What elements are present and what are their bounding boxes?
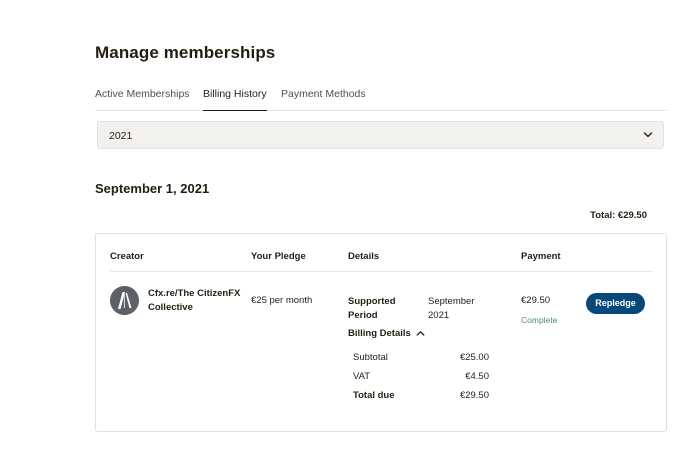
supported-period-label: Supported Period (348, 296, 396, 321)
column-header-details: Details (348, 251, 380, 262)
billing-date-heading: September 1, 2021 (95, 181, 210, 196)
billing-detail-label: Total due (353, 390, 395, 401)
billing-detail-label: VAT (353, 371, 371, 382)
column-header-creator: Creator (110, 251, 144, 262)
billing-details-label: Billing Details (348, 328, 411, 339)
billing-detail-row: Total due €29.50 (353, 390, 489, 404)
billing-card: Creator Your Pledge Details Payment Cfx.… (95, 233, 667, 432)
tab-payment-methods[interactable]: Payment Methods (281, 88, 366, 111)
chevron-up-icon (417, 331, 425, 336)
page-title: Manage memberships (95, 43, 276, 62)
creator-name-link[interactable]: Cfx.re/The CitizenFX Collective (148, 287, 248, 315)
billing-detail-row: VAT €4.50 (353, 371, 489, 385)
creator-avatar[interactable] (110, 286, 139, 315)
header-divider (110, 271, 653, 272)
billing-detail-row: Subtotal €25.00 (353, 352, 489, 366)
billing-detail-amount: €4.50 (465, 371, 489, 382)
payment-amount: €29.50 (521, 295, 551, 306)
creator-logo-icon (110, 286, 139, 315)
tab-active-memberships[interactable]: Active Memberships (95, 88, 190, 111)
tab-billing-history[interactable]: Billing History (203, 88, 267, 111)
year-select[interactable]: 2021 (97, 121, 664, 149)
pledge-amount: €25 per month (251, 295, 313, 306)
supported-period-value: September 2021 (428, 296, 475, 321)
billing-detail-amount: €25.00 (459, 352, 489, 363)
billing-detail-amount: €29.50 (459, 390, 489, 401)
year-select-value: 2021 (109, 130, 133, 142)
repledge-button[interactable]: Repledge (586, 293, 645, 314)
billing-details-toggle[interactable]: Billing Details (348, 328, 425, 339)
payment-status: Complete (521, 315, 558, 325)
column-header-payment: Payment (521, 251, 561, 262)
membership-tabs: Active Memberships Billing History Payme… (95, 88, 667, 111)
column-header-pledge: Your Pledge (251, 251, 306, 262)
billing-detail-label: Subtotal (353, 352, 388, 363)
chevron-down-icon (643, 132, 653, 138)
billing-total: Total: €29.50 (590, 210, 647, 221)
